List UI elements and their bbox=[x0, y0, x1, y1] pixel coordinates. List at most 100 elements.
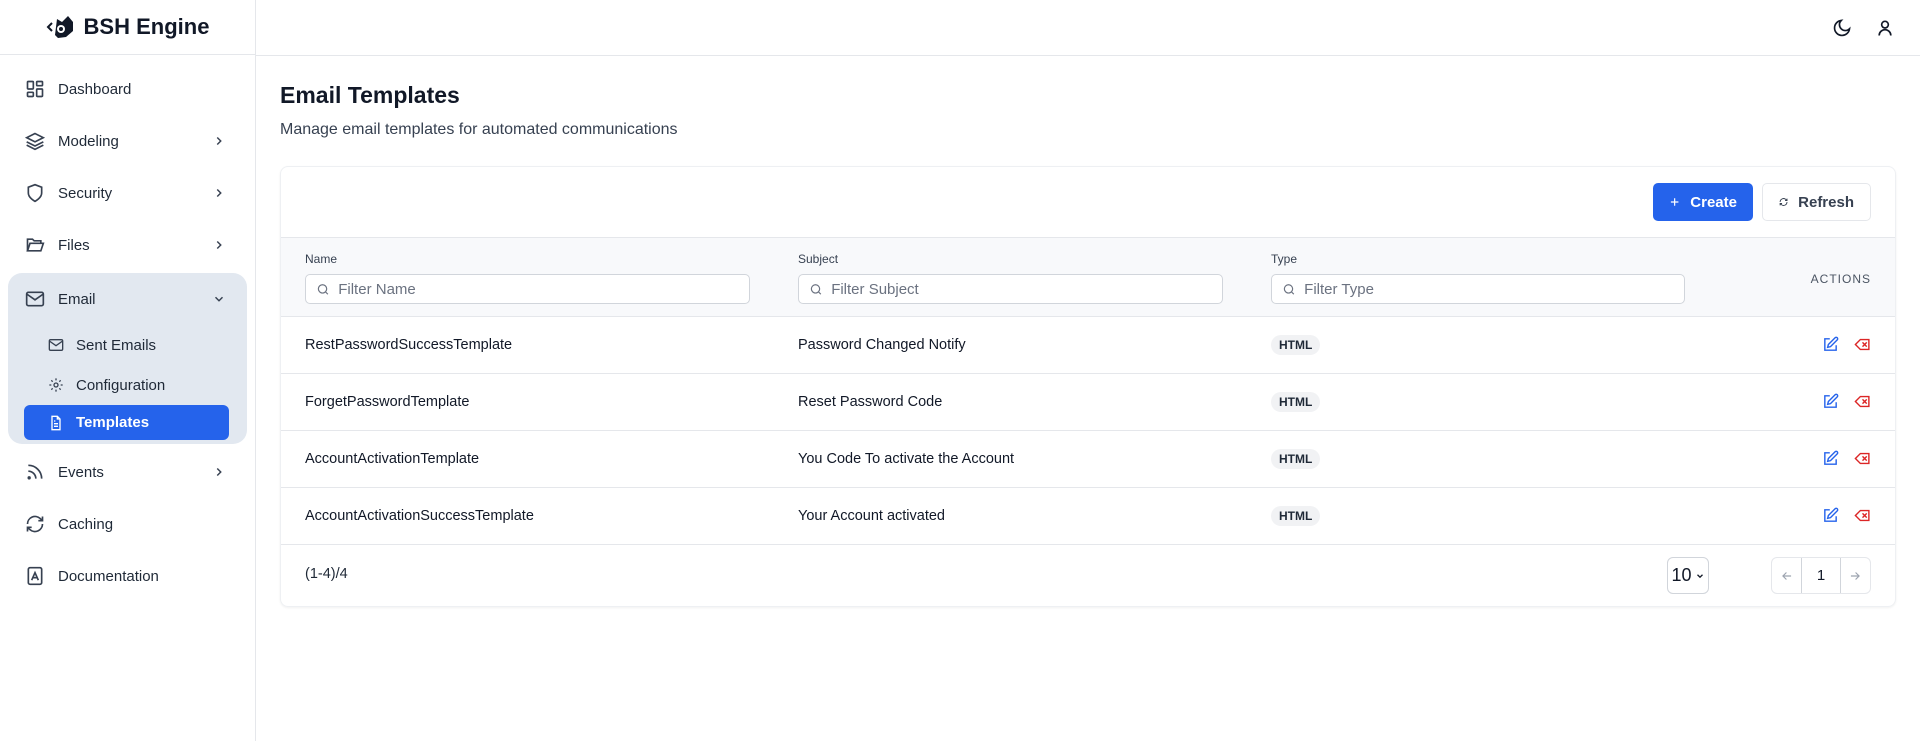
table-footer: (1-4)/4 10 1 bbox=[281, 544, 1895, 606]
sidebar-item-dashboard[interactable]: Dashboard bbox=[8, 63, 247, 115]
table-row: ForgetPasswordTemplate Reset Password Co… bbox=[281, 374, 1895, 431]
page-size-value: 10 bbox=[1671, 565, 1692, 585]
layers-icon bbox=[25, 132, 45, 151]
sidebar-item-events[interactable]: Events bbox=[8, 446, 247, 498]
edit-icon[interactable] bbox=[1822, 507, 1839, 524]
pagination: 1 bbox=[1771, 557, 1871, 594]
sidebar-item-documentation[interactable]: Documentation bbox=[8, 550, 247, 602]
delete-icon[interactable] bbox=[1854, 336, 1871, 353]
filter-subject-input[interactable] bbox=[831, 280, 1222, 298]
pagination-summary: (1-4)/4 bbox=[305, 566, 348, 582]
column-header-subject: Subject bbox=[798, 252, 839, 266]
moon-icon[interactable] bbox=[1832, 18, 1852, 38]
search-icon bbox=[810, 283, 822, 295]
sidebar-item-files[interactable]: Files bbox=[8, 219, 247, 271]
mail-icon bbox=[25, 291, 45, 307]
sidebar-subitem-sent-emails[interactable]: Sent Emails bbox=[8, 325, 247, 365]
delete-icon[interactable] bbox=[1854, 450, 1871, 467]
chevron-right-icon bbox=[216, 467, 222, 477]
create-button[interactable]: Create bbox=[1653, 183, 1753, 221]
template-name: AccountActivationTemplate bbox=[305, 451, 480, 467]
template-subject: Your Account activated bbox=[798, 508, 945, 524]
filter-type-input[interactable] bbox=[1304, 280, 1684, 298]
sidebar-subitem-label: Configuration bbox=[76, 376, 166, 394]
mail-icon bbox=[48, 339, 64, 351]
plus-icon bbox=[1670, 198, 1679, 206]
column-header-actions: ACTIONS bbox=[1810, 272, 1871, 286]
type-badge: HTML bbox=[1271, 506, 1321, 526]
filter-name-input[interactable] bbox=[338, 280, 749, 298]
edit-icon[interactable] bbox=[1822, 393, 1839, 410]
sidebar-item-label: Documentation bbox=[58, 567, 159, 585]
gear-icon bbox=[49, 378, 63, 392]
chevron-right-icon bbox=[216, 240, 222, 250]
type-badge: HTML bbox=[1271, 335, 1321, 355]
raccoon-logo-icon bbox=[46, 16, 73, 38]
table-row: AccountActivationTemplate You Code To ac… bbox=[281, 431, 1895, 488]
shield-icon bbox=[27, 183, 43, 203]
sidebar-subitem-configuration[interactable]: Configuration bbox=[8, 365, 247, 405]
templates-table-card: Create Refresh Name Subject Type ACTIONS… bbox=[280, 166, 1896, 607]
template-subject: You Code To activate the Account bbox=[798, 451, 1015, 467]
app-name: BSH Engine bbox=[83, 14, 210, 39]
email-group: Email Sent Emails Configuration Template… bbox=[8, 273, 247, 444]
template-name: AccountActivationSuccessTemplate bbox=[305, 508, 534, 524]
arrow-left-icon bbox=[1781, 571, 1791, 580]
book-icon bbox=[27, 566, 43, 586]
sidebar-subitem-label: Sent Emails bbox=[76, 336, 157, 354]
sidebar-subitem-label: Templates bbox=[76, 414, 150, 431]
page-title: Email Templates bbox=[280, 82, 460, 108]
sidebar-item-label: Modeling bbox=[58, 132, 119, 150]
current-page[interactable]: 1 bbox=[1801, 558, 1841, 593]
table-row: RestPasswordSuccessTemplate Password Cha… bbox=[281, 317, 1895, 374]
template-name: ForgetPasswordTemplate bbox=[305, 394, 470, 410]
sidebar-item-email[interactable]: Email bbox=[8, 273, 247, 325]
chevron-down-icon bbox=[1696, 573, 1703, 578]
sidebar-subitem-templates[interactable]: Templates bbox=[24, 405, 229, 440]
folder-icon bbox=[26, 238, 45, 252]
sidebar-item-label: Events bbox=[58, 463, 104, 481]
prev-page-button[interactable] bbox=[1772, 558, 1801, 593]
type-badge: HTML bbox=[1271, 449, 1321, 469]
sidebar-item-label: Files bbox=[58, 236, 90, 254]
type-badge: HTML bbox=[1271, 392, 1321, 412]
delete-icon[interactable] bbox=[1854, 393, 1871, 410]
search-icon bbox=[317, 283, 329, 295]
table-header: Name Subject Type ACTIONS bbox=[281, 237, 1895, 317]
sidebar-item-label: Caching bbox=[58, 515, 114, 533]
page-description: Manage email templates for automated com… bbox=[280, 121, 678, 138]
sidebar-item-caching[interactable]: Caching bbox=[8, 498, 247, 550]
table-row: AccountActivationSuccessTemplate Your Ac… bbox=[281, 488, 1895, 545]
refresh-icon bbox=[26, 515, 44, 533]
arrow-right-icon bbox=[1851, 571, 1861, 580]
refresh-button[interactable]: Refresh bbox=[1762, 183, 1871, 221]
template-subject: Reset Password Code bbox=[798, 394, 943, 410]
chevron-right-icon bbox=[216, 136, 222, 146]
edit-icon[interactable] bbox=[1822, 336, 1839, 353]
app-logo[interactable]: BSH Engine bbox=[0, 0, 255, 55]
refresh-icon bbox=[1779, 198, 1788, 206]
user-icon[interactable] bbox=[1875, 18, 1895, 38]
template-subject: Password Changed Notify bbox=[798, 337, 966, 353]
column-header-type: Type bbox=[1271, 252, 1298, 266]
top-bar bbox=[256, 0, 1920, 56]
create-label: Create bbox=[1690, 193, 1737, 211]
refresh-label: Refresh bbox=[1798, 193, 1854, 211]
template-name: RestPasswordSuccessTemplate bbox=[305, 337, 513, 353]
chevron-down-icon bbox=[214, 296, 224, 302]
page-size-select[interactable]: 10 bbox=[1667, 557, 1709, 594]
sidebar-item-label: Security bbox=[58, 184, 113, 202]
sidebar-item-label: Email bbox=[58, 290, 96, 308]
sidebar-item-security[interactable]: Security bbox=[8, 167, 247, 219]
sidebar-item-label: Dashboard bbox=[58, 80, 132, 98]
search-icon bbox=[1283, 283, 1295, 295]
sidebar-item-modeling[interactable]: Modeling bbox=[8, 115, 247, 167]
rss-icon bbox=[27, 464, 43, 480]
chevron-right-icon bbox=[216, 188, 222, 198]
next-page-button[interactable] bbox=[1841, 558, 1870, 593]
sidebar: BSH Engine Dashboard Modeling Security F… bbox=[0, 0, 256, 741]
delete-icon[interactable] bbox=[1854, 507, 1871, 524]
dashboard-icon bbox=[26, 80, 44, 98]
file-text-icon bbox=[51, 415, 61, 430]
edit-icon[interactable] bbox=[1822, 450, 1839, 467]
